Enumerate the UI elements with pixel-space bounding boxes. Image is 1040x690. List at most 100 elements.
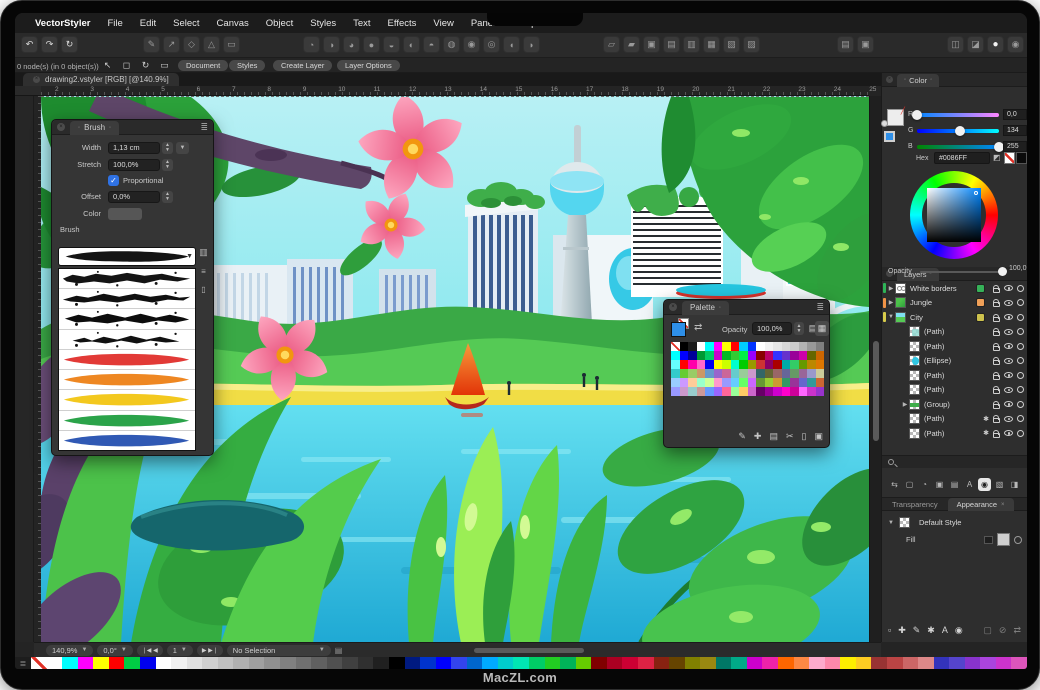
- offset-stepper[interactable]: ▲▼: [162, 191, 173, 203]
- channel-slider[interactable]: [917, 129, 999, 133]
- saturation-brightness-square[interactable]: [927, 188, 981, 242]
- palette-color-cell[interactable]: [799, 351, 808, 360]
- palette-color-cell[interactable]: [705, 342, 714, 351]
- palette-color-cell[interactable]: [748, 360, 757, 369]
- palette-color-cell[interactable]: [680, 387, 689, 396]
- brush-color-swatch[interactable]: [108, 208, 142, 220]
- rotate-tool[interactable]: ↻: [139, 59, 152, 72]
- strip-color-cell[interactable]: [980, 657, 996, 669]
- brush-item-green[interactable]: [59, 411, 195, 431]
- strip-color-cell[interactable]: [576, 657, 592, 669]
- node-button[interactable]: △: [203, 36, 220, 53]
- strip-color-cell[interactable]: [840, 657, 856, 669]
- strip-color-cell[interactable]: [731, 657, 747, 669]
- strip-color-cell[interactable]: [202, 657, 218, 669]
- panel-close-icon[interactable]: ×: [57, 123, 65, 131]
- layer-color-chip[interactable]: [976, 298, 985, 307]
- direct-select-tool[interactable]: ◻: [120, 59, 133, 72]
- strip-color-cell[interactable]: [249, 657, 265, 669]
- strip-color-cell[interactable]: [187, 657, 203, 669]
- outline-icon[interactable]: [1017, 357, 1024, 364]
- strip-color-cell[interactable]: [218, 657, 234, 669]
- vertical-scrollbar[interactable]: [869, 96, 881, 642]
- palette-color-cell[interactable]: [816, 342, 825, 351]
- document-tab[interactable]: × drawing2.vstyler [RGB] [@140.9%]: [23, 73, 179, 86]
- add-swatch-icon[interactable]: ✚: [754, 431, 762, 442]
- palette-color-cell[interactable]: [739, 369, 748, 378]
- pen-icon[interactable]: ✎: [913, 625, 921, 636]
- strip-color-cell[interactable]: [140, 657, 156, 669]
- panel-close-icon[interactable]: ×: [669, 303, 677, 311]
- palette-color-cell[interactable]: [688, 369, 697, 378]
- strip-color-cell[interactable]: [654, 657, 670, 669]
- page-dropdown[interactable]: 1▼: [167, 645, 193, 656]
- channel-value[interactable]: 0,0: [1003, 109, 1027, 120]
- frames-icon[interactable]: ▢: [903, 478, 916, 491]
- offset-input[interactable]: 0,0%: [108, 191, 160, 203]
- eye-icon[interactable]: [1004, 329, 1013, 335]
- palette-color-cell[interactable]: [748, 378, 757, 387]
- view-1-button[interactable]: ◫: [947, 36, 964, 53]
- tool-7-button[interactable]: ◓: [423, 36, 440, 53]
- palette-color-cell[interactable]: [680, 351, 689, 360]
- tool-2-button[interactable]: ◑: [323, 36, 340, 53]
- strip-color-cell[interactable]: [513, 657, 529, 669]
- view-4-button[interactable]: ◉: [1007, 36, 1024, 53]
- strip-color-cell[interactable]: [156, 657, 172, 669]
- page-icon[interactable]: ▤: [335, 646, 343, 655]
- palette-color-cell[interactable]: [807, 342, 816, 351]
- width-dropdown-icon[interactable]: ▼: [176, 142, 189, 154]
- strip-color-cell[interactable]: [467, 657, 483, 669]
- tool-4-button[interactable]: ●: [363, 36, 380, 53]
- palette-color-cell[interactable]: [697, 360, 706, 369]
- strip-color-cell[interactable]: [47, 657, 63, 669]
- palette-color-cell[interactable]: [782, 378, 791, 387]
- tab-appearance[interactable]: Appearance×: [948, 498, 1014, 511]
- outline-icon[interactable]: [1017, 401, 1024, 408]
- palette-color-cell[interactable]: [773, 342, 782, 351]
- layers-search-field[interactable]: [882, 455, 1027, 468]
- strip-color-cell[interactable]: [949, 657, 965, 669]
- palette-color-cell[interactable]: [816, 378, 825, 387]
- strip-color-cell[interactable]: [373, 657, 389, 669]
- tool-12-button[interactable]: ◗: [523, 36, 540, 53]
- palette-color-cell[interactable]: [816, 369, 825, 378]
- brush-item-red[interactable]: [59, 350, 195, 370]
- color-panel-header[interactable]: × ◦Color◦: [882, 73, 1027, 87]
- layer-expand-icon[interactable]: ▶: [887, 299, 895, 306]
- palette-color-cell[interactable]: [714, 360, 723, 369]
- fill-ring-icon[interactable]: [1014, 536, 1022, 544]
- palette-color-cell[interactable]: [705, 369, 714, 378]
- fill-swatch[interactable]: [997, 533, 1010, 546]
- frame-button[interactable]: ▭: [223, 36, 240, 53]
- strip-color-cell[interactable]: [342, 657, 358, 669]
- fill-mini-icon[interactable]: [984, 536, 993, 544]
- view-3-button[interactable]: ●: [987, 36, 1004, 53]
- eye-icon[interactable]: [1004, 372, 1013, 378]
- strip-color-cell[interactable]: [296, 657, 312, 669]
- palette-color-cell[interactable]: [748, 351, 757, 360]
- collapse-icon[interactable]: ◨: [1008, 478, 1021, 491]
- palette-color-cell[interactable]: [688, 387, 697, 396]
- palette-color-cell[interactable]: [731, 378, 740, 387]
- width-stepper[interactable]: ▲▼: [162, 142, 173, 154]
- palette-color-cell[interactable]: [756, 387, 765, 396]
- fill-color-well[interactable]: [671, 322, 686, 337]
- palette-color-cell[interactable]: [790, 387, 799, 396]
- settings-icon[interactable]: ✱: [927, 625, 935, 636]
- palette-color-cell[interactable]: [688, 351, 697, 360]
- panel-close-icon[interactable]: ×: [886, 76, 893, 83]
- strip-color-cell[interactable]: [264, 657, 280, 669]
- eye-icon[interactable]: [1004, 387, 1013, 393]
- palette-color-cell[interactable]: [773, 378, 782, 387]
- channel-knob[interactable]: [912, 110, 922, 120]
- palette-color-cell[interactable]: [688, 378, 697, 387]
- palette-color-cell[interactable]: [765, 360, 774, 369]
- tool-10-button[interactable]: ◎: [483, 36, 500, 53]
- layer-expand-icon[interactable]: ▶: [901, 401, 909, 408]
- palette-color-cell[interactable]: [782, 387, 791, 396]
- target-icon[interactable]: ◉: [955, 625, 963, 636]
- palette-panel-header[interactable]: × Palette◦ ≣: [664, 300, 829, 315]
- color-wheel[interactable]: [910, 171, 998, 259]
- align-7-button[interactable]: ▧: [723, 36, 740, 53]
